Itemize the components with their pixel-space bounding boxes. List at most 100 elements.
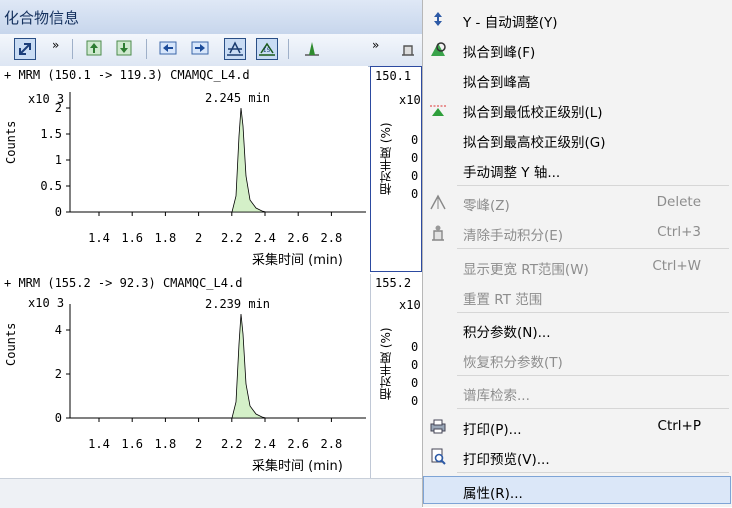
chromatogram-panel-2[interactable]: + MRM (155.2 -> 92.3) CMAMQC_L4.d Counts… xyxy=(0,274,368,478)
y-tick-label: 0 xyxy=(55,411,62,425)
peak-icon xyxy=(305,42,319,56)
menu-item-fit-to-peak[interactable]: 拟合到峰(F) xyxy=(423,35,731,63)
side-panel-2-ylabel: 相对丰度 (%) xyxy=(379,327,393,400)
zoom-arrow-button[interactable] xyxy=(14,38,36,60)
side-tick: 0 xyxy=(411,376,419,390)
x-tick-label: 1.8 xyxy=(155,437,177,451)
fit-lowest-cal-icon xyxy=(430,105,446,116)
chromatogram-panel-1[interactable]: + MRM (150.1 -> 119.3) CMAMQC_L4.d Count… xyxy=(0,66,368,272)
x-tick-label: 1.6 xyxy=(121,231,143,245)
side-panel-1-yexp: x10 xyxy=(399,93,421,107)
x-tick-label: 2.6 xyxy=(287,231,309,245)
printer-icon xyxy=(430,419,446,434)
menu-separator xyxy=(457,375,729,376)
side-tick: 0 xyxy=(411,340,419,354)
side-panel-1-header: 150.1 xyxy=(375,69,412,83)
peak-display-button[interactable] xyxy=(302,38,324,60)
menu-item-fit-peak-height[interactable]: 拟合到峰高 xyxy=(423,65,731,93)
side-tick: 0 xyxy=(411,169,419,183)
next-button[interactable] xyxy=(190,38,212,60)
move-up-button[interactable] xyxy=(84,38,106,60)
side-panel-1-ylabel: 相对丰度 (%) xyxy=(379,122,393,195)
status-strip xyxy=(0,478,422,508)
print-preview-icon xyxy=(431,448,446,465)
panel-2-plot: 4 2 0 1.4 1.6 1.8 2 2.2 2.4 2.6 2.8 2.239 min xyxy=(55,297,366,451)
menu-item-properties[interactable]: 属性(R)... xyxy=(423,476,731,504)
menu-separator xyxy=(457,312,729,313)
side-tick: 0 xyxy=(411,151,419,165)
menu-item-restore-integration-params[interactable]: 恢复积分参数(T) xyxy=(423,345,731,373)
x-tick-label: 1.4 xyxy=(88,437,110,451)
menu-item-print[interactable]: 打印(P)... Ctrl+P xyxy=(423,412,731,440)
menu-item-y-autoscale[interactable]: Y - 自动调整(Y) xyxy=(423,5,731,33)
menu-item-clear-manual-integration[interactable]: 清除手动积分(E) Ctrl+3 xyxy=(423,218,731,246)
side-tick: 0 xyxy=(411,133,419,147)
panel-1-plot: 2 1.5 1 0.5 0 1.4 1.6 1.8 2 2.2 2.4 2.6 2.8 2.245 mi… xyxy=(40,91,366,245)
x-tick-label: 2.8 xyxy=(321,437,343,451)
y-autoscale-icon xyxy=(434,12,442,26)
svg-text:IS: IS xyxy=(263,47,271,54)
y-tick-label: 0.5 xyxy=(40,179,62,193)
window-title: 化合物信息 xyxy=(4,9,80,27)
panel-2-peak-label: 2.239 min xyxy=(205,297,270,311)
overlay-peaks-icon xyxy=(227,41,243,56)
x-tick-label: 2.2 xyxy=(221,231,243,245)
menu-item-library-search[interactable]: 谱库检索... xyxy=(423,378,731,406)
side-panel-2[interactable]: 155.2 相对丰度 (%) x10 0 0 0 0 xyxy=(370,274,422,478)
panel-2-peak xyxy=(231,313,267,419)
arrow-up-icon xyxy=(86,40,102,56)
istd-overlay-icon: IS xyxy=(259,42,275,56)
y-tick-label: 0 xyxy=(55,205,62,219)
x-tick-label: 2 xyxy=(195,231,202,245)
x-tick-label: 2 xyxy=(195,437,202,451)
x-tick-label: 2.8 xyxy=(321,231,343,245)
arrow-down-icon xyxy=(116,40,132,56)
panel-1-peak-label: 2.245 min xyxy=(205,91,270,105)
istd-button[interactable]: IS xyxy=(256,38,278,60)
clear-manual-integration-icon xyxy=(432,225,444,241)
zero-peak-icon xyxy=(430,194,446,210)
fit-to-peak-icon xyxy=(431,42,446,56)
integrator-icon xyxy=(402,45,414,56)
integrator-button[interactable] xyxy=(398,38,420,60)
toolbar: » IS » xyxy=(0,34,430,67)
overlay-button[interactable] xyxy=(224,38,246,60)
side-panel-1[interactable]: 150.1 相对丰度 (%) x10 0 0 0 0 xyxy=(370,66,422,272)
menu-separator xyxy=(457,408,729,409)
menu-item-reset-rt-range[interactable]: 重置 RT 范围 xyxy=(423,282,731,310)
side-panel-2-yexp: x10 xyxy=(399,298,421,312)
menu-item-manual-y-axis[interactable]: 手动调整 Y 轴... xyxy=(423,155,731,183)
x-tick-label: 1.6 xyxy=(121,437,143,451)
context-menu: Y - 自动调整(Y) 拟合到峰(F) 拟合到峰高 拟合到最低校正级别(L) 拟… xyxy=(422,0,732,507)
menu-separator xyxy=(457,472,729,473)
y-tick-label: 1 xyxy=(55,153,62,167)
panel-2-xlabel: 采集时间 (min) xyxy=(252,459,343,474)
side-tick: 0 xyxy=(411,358,419,372)
move-down-button[interactable] xyxy=(114,38,136,60)
x-tick-label: 1.8 xyxy=(155,231,177,245)
x-tick-label: 2.4 xyxy=(254,231,276,245)
menu-item-print-preview[interactable]: 打印预览(V)... xyxy=(423,442,731,470)
menu-separator xyxy=(457,248,729,249)
toolbar-overflow-1[interactable]: » xyxy=(52,38,59,52)
menu-item-fit-lowest-cal[interactable]: 拟合到最低校正级别(L) xyxy=(423,95,731,123)
x-tick-label: 2.2 xyxy=(221,437,243,451)
x-tick-label: 2.6 xyxy=(287,437,309,451)
y-tick-label: 2 xyxy=(55,367,62,381)
menu-item-integration-params[interactable]: 积分参数(N)... xyxy=(423,315,731,343)
toolbar-overflow-2[interactable]: » xyxy=(372,38,379,52)
diagonal-arrows-icon xyxy=(19,43,31,55)
y-tick-label: 1.5 xyxy=(40,127,62,141)
menu-item-wider-rt-range[interactable]: 显示更宽 RT范围(W) Ctrl+W xyxy=(423,252,731,280)
menu-item-zero-peak[interactable]: 零峰(Z) Delete xyxy=(423,188,731,216)
previous-button[interactable] xyxy=(158,38,180,60)
side-panel-2-header: 155.2 xyxy=(375,276,412,290)
arrow-left-icon xyxy=(159,41,177,55)
menu-separator xyxy=(457,185,729,186)
menu-item-fit-highest-cal[interactable]: 拟合到最高校正级别(G) xyxy=(423,125,731,153)
y-tick-label: 4 xyxy=(55,323,62,337)
side-tick: 0 xyxy=(411,187,419,201)
x-tick-label: 2.4 xyxy=(254,437,276,451)
window-title-bar: 化合物信息 xyxy=(0,0,430,35)
panel-1-xlabel: 采集时间 (min) xyxy=(252,253,343,268)
